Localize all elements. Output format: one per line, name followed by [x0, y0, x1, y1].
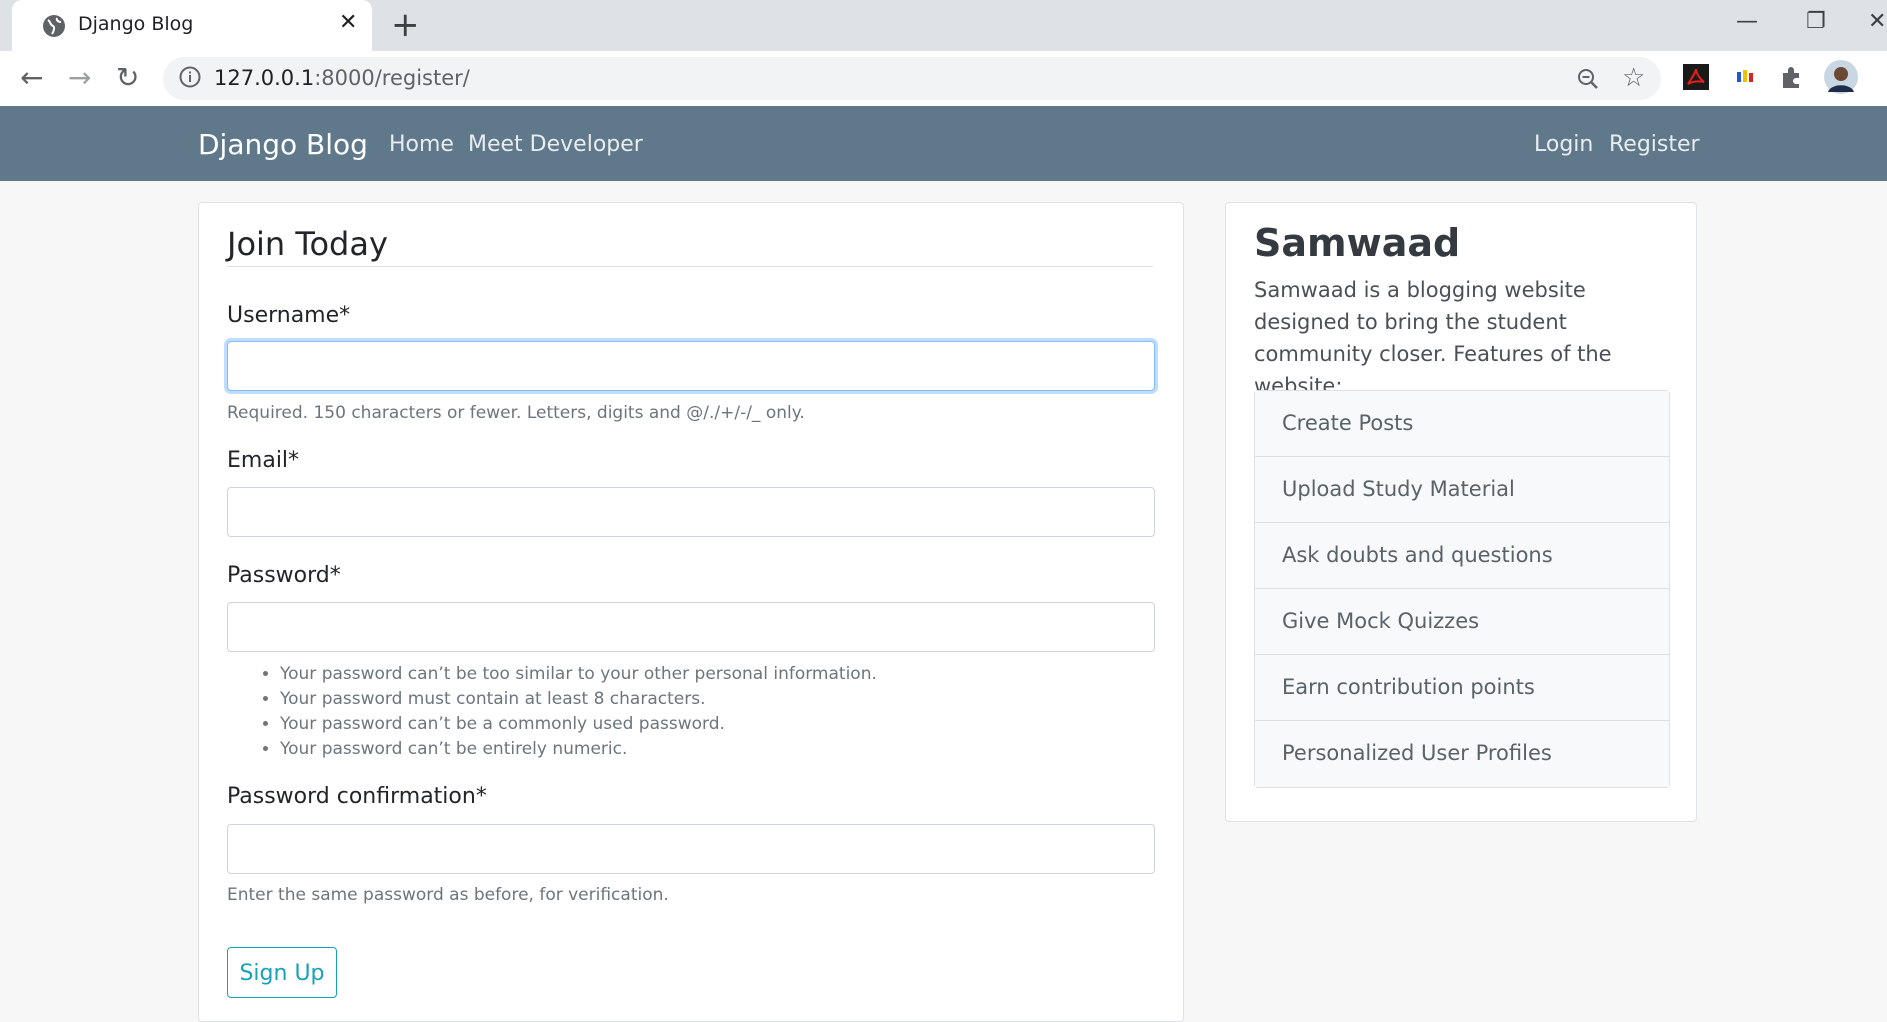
legend-divider [227, 266, 1153, 267]
site-navbar: Django Blog Home Meet Developer Login Re… [0, 106, 1887, 181]
nav-link-register[interactable]: Register [1609, 132, 1700, 157]
nav-link-login[interactable]: Login [1534, 132, 1593, 157]
email-input[interactable] [227, 487, 1155, 537]
nav-link-meet-developer[interactable]: Meet Developer [468, 132, 643, 157]
extensions-puzzle-icon[interactable] [1779, 64, 1805, 90]
password-input[interactable] [227, 602, 1155, 652]
username-help-text: Required. 150 characters or fewer. Lette… [227, 403, 805, 423]
password-label: Password* [227, 563, 341, 588]
tab-title: Django Blog [78, 13, 194, 35]
browser-menu-icon[interactable]: ⋮ [1877, 61, 1887, 91]
feature-item-contribution-points: Earn contribution points [1255, 655, 1669, 721]
profile-avatar-icon[interactable] [1824, 60, 1858, 94]
bookmark-star-icon[interactable]: ☆ [1622, 63, 1645, 93]
close-tab-icon[interactable]: ✕ [339, 11, 357, 35]
reload-icon[interactable]: ↻ [116, 63, 139, 93]
feature-item-create-posts: Create Posts [1255, 391, 1669, 457]
password-help-item: Your password can’t be a commonly used p… [280, 712, 877, 737]
password-help-item: Your password can’t be entirely numeric. [280, 737, 877, 762]
form-legend: Join Today [227, 225, 388, 263]
sidebar-title: Samwaad [1254, 221, 1461, 265]
navbar-brand[interactable]: Django Blog [198, 128, 368, 161]
url-text: 127.0.0.1:8000/register/ [214, 66, 470, 90]
password-help-item: Your password can’t be too similar to yo… [280, 662, 877, 687]
nav-link-home[interactable]: Home [389, 132, 454, 157]
email-label: Email* [227, 448, 300, 473]
sidebar-description: Samwaad is a blogging website designed t… [1254, 278, 1612, 398]
minimize-window-icon[interactable]: — [1736, 8, 1758, 36]
password-confirm-input[interactable] [227, 824, 1155, 874]
username-input[interactable] [227, 341, 1155, 391]
features-list: Create Posts Upload Study Material Ask d… [1254, 390, 1670, 788]
feature-item-mock-quizzes: Give Mock Quizzes [1255, 589, 1669, 655]
sidebar-card: Samwaad Samwaad is a blogging website de… [1225, 202, 1697, 822]
back-arrow-icon[interactable]: ← [20, 63, 43, 93]
address-bar[interactable]: 127.0.0.1:8000/register/ ☆ [163, 57, 1661, 100]
register-form-card: Join Today Username* Required. 150 chara… [198, 202, 1184, 1022]
browser-tab-strip: Django Blog ✕ + — ❐ ✕ [0, 0, 1887, 51]
color-extension-icon[interactable] [1732, 64, 1758, 90]
feature-item-upload-study-material: Upload Study Material [1255, 457, 1669, 523]
password-confirm-label: Password confirmation* [227, 784, 487, 809]
pdf-extension-icon[interactable] [1683, 64, 1709, 90]
restore-window-icon[interactable]: ❐ [1806, 8, 1826, 36]
zoom-out-icon[interactable] [1576, 67, 1600, 91]
password-help-item: Your password must contain at least 8 ch… [280, 687, 877, 712]
new-tab-icon[interactable]: + [391, 8, 420, 42]
username-label: Username* [227, 303, 351, 328]
forward-arrow-icon[interactable]: → [68, 63, 91, 93]
feature-item-ask-doubts: Ask doubts and questions [1255, 523, 1669, 589]
password-help-list: Your password can’t be too similar to yo… [254, 662, 877, 762]
sign-up-button[interactable]: Sign Up [227, 947, 337, 998]
url-path: :8000/register/ [314, 66, 470, 90]
browser-toolbar: ← → ↻ 127.0.0.1:8000/register/ ☆ ⋮ [0, 51, 1887, 107]
close-window-icon[interactable]: ✕ [1868, 8, 1886, 36]
globe-icon [43, 15, 65, 37]
feature-item-user-profiles: Personalized User Profiles [1255, 721, 1669, 787]
site-info-icon[interactable] [179, 66, 201, 88]
browser-tab[interactable]: Django Blog ✕ [12, 0, 372, 51]
password-confirm-help-text: Enter the same password as before, for v… [227, 885, 669, 905]
url-host: 127.0.0.1 [214, 66, 315, 90]
